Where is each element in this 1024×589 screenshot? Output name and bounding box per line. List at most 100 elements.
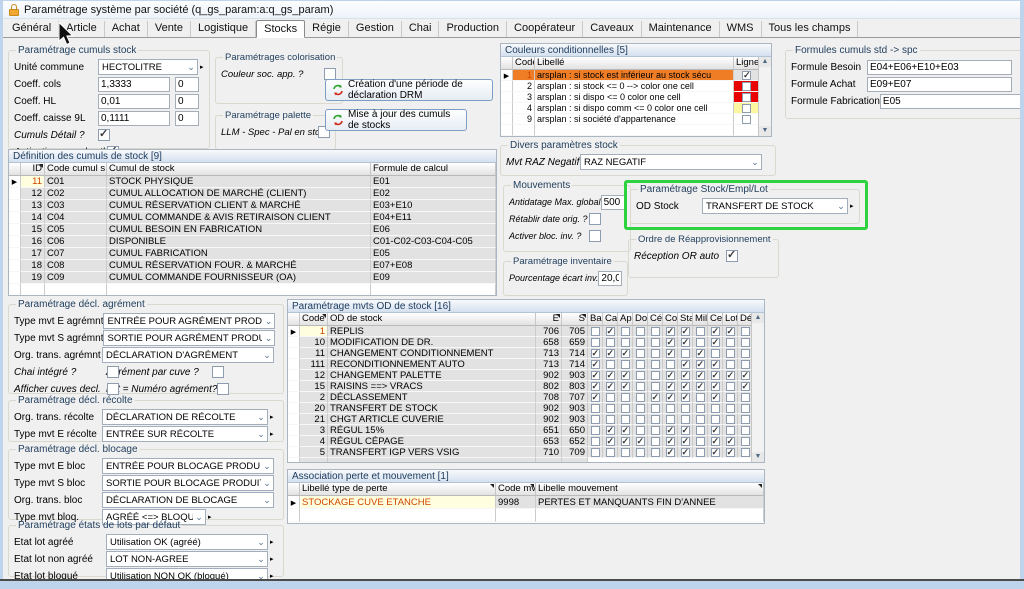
check-cell[interactable] [648, 326, 663, 337]
s-cell[interactable]: 714 [562, 359, 588, 370]
check-cell[interactable] [723, 436, 738, 447]
formule-achat-input[interactable] [867, 77, 1012, 92]
checkbox[interactable] [711, 448, 720, 457]
e-cell[interactable]: 706 [536, 326, 562, 337]
check-cell[interactable] [708, 403, 723, 414]
code-cell[interactable]: 2 [513, 81, 535, 92]
checkbox[interactable] [606, 415, 615, 424]
expand-arrow-icon[interactable]: ▸ [270, 572, 274, 579]
check-cell[interactable] [603, 392, 618, 403]
checkbox[interactable] [636, 327, 645, 336]
table-row[interactable]: 16 C06 DISPONIBLE C01-C02-C03-C04-C05 [9, 236, 496, 248]
check-cell[interactable] [648, 348, 663, 359]
id-cell[interactable]: 12 [21, 188, 45, 200]
formule-cell[interactable]: E02 [371, 188, 496, 200]
checkbox[interactable] [636, 371, 645, 380]
check-cell[interactable] [633, 348, 648, 359]
checkbox[interactable] [696, 360, 705, 369]
e-cell[interactable]: 713 [536, 359, 562, 370]
check-cell[interactable] [723, 414, 738, 425]
tab[interactable]: WMS [720, 21, 762, 37]
check-cell[interactable] [603, 436, 618, 447]
table-row[interactable]: 12 CHANGEMENT PALETTE 902 903 [288, 370, 753, 381]
checkbox[interactable] [606, 393, 615, 402]
od-label-cell[interactable]: DÉCLASSEMENT [328, 392, 536, 403]
check-cell[interactable] [633, 425, 648, 436]
check-cell[interactable] [663, 447, 678, 458]
check-cell[interactable] [618, 348, 633, 359]
tab[interactable]: Coopérateur [507, 21, 583, 37]
check-cell[interactable] [663, 326, 678, 337]
check-cell[interactable] [603, 425, 618, 436]
code-cell[interactable]: C08 [45, 260, 107, 272]
unite-commune-select[interactable]: HECTOLITRE ⌄ [98, 59, 198, 75]
id-cell[interactable]: 15 [21, 224, 45, 236]
check-cell[interactable] [588, 326, 603, 337]
check-cell[interactable] [648, 403, 663, 414]
check-cell[interactable] [693, 348, 708, 359]
table-row[interactable]: 5 TRANSFERT IGP VERS VSIG 710 709 [288, 447, 753, 458]
table-row[interactable]: 111 RECONDITIONNEMENT AUTO 713 714 [288, 359, 753, 370]
table-row[interactable]: 14 C04 CUMUL COMMANDE & AVIS RETIRAISON … [9, 212, 496, 224]
checkbox[interactable] [651, 437, 660, 446]
expand-arrow-icon[interactable]: ▸ [270, 430, 274, 438]
check-cell[interactable] [588, 436, 603, 447]
checkbox[interactable] [726, 349, 735, 358]
header-cell[interactable]: Millé [693, 313, 708, 326]
code-cell[interactable]: C01 [45, 176, 107, 188]
check-cell[interactable] [633, 326, 648, 337]
coeff-cols-extra-input[interactable] [175, 77, 199, 92]
ligne-checkbox[interactable] [742, 115, 751, 124]
label-cell[interactable]: DISPONIBLE [107, 236, 371, 248]
checkbox[interactable] [696, 349, 705, 358]
formule-fabrication-input[interactable] [880, 94, 1020, 109]
checkbox[interactable] [666, 426, 675, 435]
check-cell[interactable] [618, 447, 633, 458]
check-cell[interactable] [678, 414, 693, 425]
s-cell[interactable]: 903 [562, 403, 588, 414]
table-row[interactable]: 3 RÉGUL 15% 651 650 [288, 425, 753, 436]
check-cell[interactable] [588, 425, 603, 436]
formule-cell[interactable]: E05 [371, 248, 496, 260]
header-cell[interactable]: Code [513, 57, 535, 70]
code-cell[interactable]: 2 [300, 392, 328, 403]
id-cell[interactable]: 19 [21, 272, 45, 284]
ligne-cell[interactable] [734, 103, 760, 114]
checkbox[interactable] [696, 338, 705, 347]
check-cell[interactable] [693, 337, 708, 348]
checkbox[interactable] [651, 327, 660, 336]
check-cell[interactable] [618, 370, 633, 381]
checkbox[interactable] [726, 437, 735, 446]
table-row[interactable]: STOCKAGE CUVE ETANCHE 9998 PERTES ET MAN… [288, 496, 764, 509]
code-cell[interactable]: 3 [513, 92, 535, 103]
checkbox[interactable] [636, 448, 645, 457]
checkbox[interactable] [636, 426, 645, 435]
ligne-checkbox[interactable] [742, 71, 751, 80]
table-row[interactable]: 2 arsplan : si stock <= 0 --> color one … [501, 81, 760, 92]
checkbox[interactable] [606, 382, 615, 391]
table-row[interactable]: 2 DÉCLASSEMENT 708 707 [288, 392, 753, 403]
checkbox[interactable] [726, 360, 735, 369]
checkbox[interactable] [741, 437, 750, 446]
coeff-hl-input[interactable] [98, 94, 170, 109]
checkbox[interactable] [621, 338, 630, 347]
checkbox[interactable] [711, 393, 720, 402]
checkbox[interactable] [621, 437, 630, 446]
check-cell[interactable] [708, 359, 723, 370]
header-cell[interactable]: Cen [708, 313, 723, 326]
check-cell[interactable] [708, 337, 723, 348]
checkbox[interactable] [741, 426, 750, 435]
code-cell[interactable]: 1 [513, 70, 535, 81]
check-cell[interactable] [723, 326, 738, 337]
check-cell[interactable] [633, 403, 648, 414]
checkbox[interactable] [591, 349, 600, 358]
checkbox[interactable] [696, 393, 705, 402]
checkbox[interactable] [666, 437, 675, 446]
tab[interactable]: Logistique [191, 21, 256, 37]
pourcentage-ecart-input[interactable] [598, 271, 622, 286]
check-cell[interactable] [618, 436, 633, 447]
od-label-cell[interactable]: TRANSFERT IGP VERS VSIG [328, 447, 536, 458]
check-cell[interactable] [633, 337, 648, 348]
check-cell[interactable] [588, 370, 603, 381]
checkbox[interactable] [621, 382, 630, 391]
